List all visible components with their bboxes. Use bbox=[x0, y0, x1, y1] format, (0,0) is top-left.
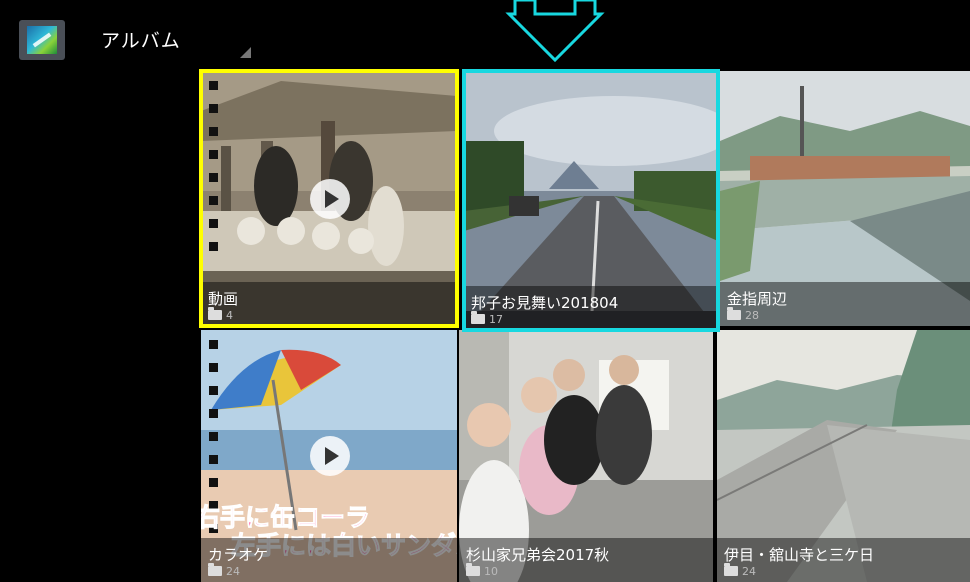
album-caption: 杉山家兄弟会2017秋 10 bbox=[459, 538, 713, 582]
folder-icon bbox=[466, 563, 480, 576]
album-tile-karaoke[interactable]: 右手に缶コーラ 左手には白いサンダル カラオケ 24 bbox=[201, 330, 457, 582]
gallery-app-icon[interactable] bbox=[19, 20, 65, 60]
album-title[interactable]: アルバム bbox=[101, 26, 181, 53]
play-icon[interactable] bbox=[310, 179, 350, 219]
album-name: 金指周辺 bbox=[727, 290, 788, 308]
action-bar: アルバム bbox=[0, 0, 970, 66]
album-tile-kanzanji[interactable]: 伊目・舘山寺と三ケ日 24 bbox=[717, 330, 970, 582]
album-name: 動画 bbox=[208, 290, 239, 308]
play-icon[interactable] bbox=[310, 436, 350, 476]
folder-icon bbox=[471, 311, 485, 324]
album-caption: 動画 4 bbox=[201, 282, 457, 326]
folder-icon bbox=[724, 563, 738, 576]
album-name: 伊目・舘山寺と三ケ日 bbox=[724, 546, 875, 564]
album-count: 28 bbox=[745, 308, 759, 322]
film-strip bbox=[209, 81, 219, 265]
album-tile-kanasashi[interactable]: 金指周辺 28 bbox=[720, 71, 970, 326]
album-count: 24 bbox=[742, 564, 756, 578]
album-name: カラオケ bbox=[208, 546, 269, 564]
album-name: 杉山家兄弟会2017秋 bbox=[466, 546, 610, 564]
dropdown-triangle-icon[interactable] bbox=[240, 47, 251, 58]
annotation-arrow-icon bbox=[505, 0, 605, 63]
album-count: 4 bbox=[226, 308, 233, 322]
album-caption: 金指周辺 28 bbox=[720, 282, 970, 326]
album-tile-kuniko[interactable]: 邦子お見舞い201804 17 bbox=[464, 71, 718, 330]
folder-icon bbox=[208, 307, 222, 320]
album-caption: 邦子お見舞い201804 17 bbox=[464, 286, 718, 330]
folder-icon bbox=[727, 307, 741, 320]
album-caption: カラオケ 24 bbox=[201, 538, 457, 582]
album-tile-sugiyama[interactable]: 杉山家兄弟会2017秋 10 bbox=[459, 330, 713, 582]
album-count: 17 bbox=[489, 312, 503, 326]
album-caption: 伊目・舘山寺と三ケ日 24 bbox=[717, 538, 970, 582]
album-tile-video[interactable]: 動画 4 bbox=[201, 71, 457, 326]
album-name: 邦子お見舞い201804 bbox=[471, 294, 619, 312]
album-count: 24 bbox=[226, 564, 240, 578]
folder-icon bbox=[208, 563, 222, 576]
album-count: 10 bbox=[484, 564, 498, 578]
